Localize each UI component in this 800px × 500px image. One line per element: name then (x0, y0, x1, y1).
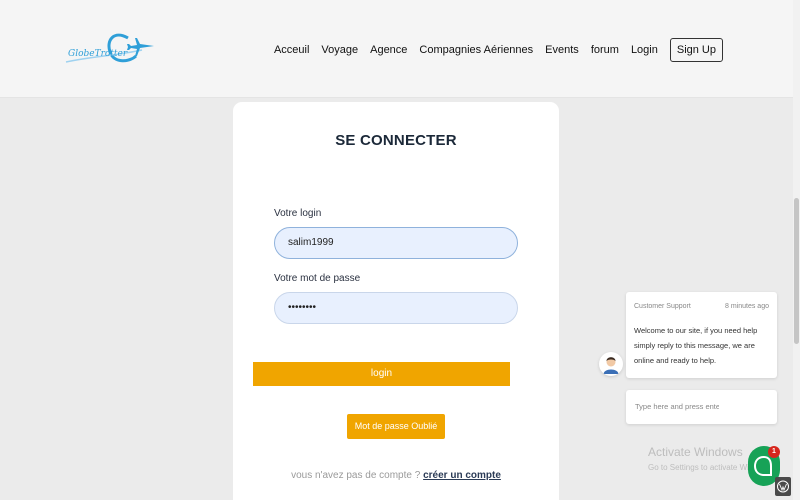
logo-text: GlobeTrotter (68, 49, 128, 59)
site-header: GlobeTrotter Acceuil Voyage Agence Compa… (0, 0, 793, 98)
nav-compagnies-aeriennes[interactable]: Compagnies Aériennes (419, 44, 533, 56)
chat-reply-input[interactable]: Type here and press enter.. (626, 390, 777, 424)
wp-logo-icon (777, 480, 789, 493)
nav-events[interactable]: Events (545, 44, 579, 56)
password-label: Votre mot de passe (274, 273, 361, 284)
page-scrollbar[interactable] (793, 0, 800, 500)
chat-timestamp: 8 minutes ago (725, 303, 769, 310)
chat-message-text: Welcome to our site, if you need help si… (634, 326, 758, 365)
nav-voyage[interactable]: Voyage (321, 44, 358, 56)
chat-agent-name: Customer Support (634, 303, 691, 310)
forgot-password-button[interactable]: Mot de passe Oublié (347, 414, 445, 439)
login-button[interactable]: login (253, 362, 510, 386)
login-input[interactable]: salim1999 (274, 227, 518, 259)
logo-icon[interactable]: GlobeTrotter (64, 26, 160, 72)
unread-badge: 1 (768, 446, 780, 458)
activate-windows-title: Activate Windows (648, 445, 743, 459)
create-account-link[interactable]: créer un compte (423, 470, 501, 481)
password-input[interactable]: •••••••• (274, 292, 518, 324)
nav-login[interactable]: Login (631, 44, 658, 56)
chat-message-bubble: Customer Support 8 minutes ago Welcome t… (626, 292, 777, 378)
nav-agence[interactable]: Agence (370, 44, 407, 56)
no-account-text: vous n'avez pas de compte ? créer un com… (233, 470, 559, 481)
no-account-label: vous n'avez pas de compte ? (291, 470, 421, 481)
scrollbar-thumb[interactable] (794, 198, 799, 344)
nav-acceuil[interactable]: Acceuil (274, 44, 309, 56)
chat-input-placeholder: Type here and press enter.. (635, 402, 719, 411)
wordpress-icon[interactable] (775, 477, 791, 496)
support-avatar-icon (599, 352, 623, 376)
page-title: SE CONNECTER (335, 132, 457, 149)
login-card: SE CONNECTER Votre login salim1999 Votre… (233, 102, 559, 500)
main-nav: Acceuil Voyage Agence Compagnies Aérienn… (274, 38, 723, 62)
login-label: Votre login (274, 208, 322, 219)
signup-button[interactable]: Sign Up (669, 38, 723, 62)
nav-forum[interactable]: forum (591, 44, 619, 56)
